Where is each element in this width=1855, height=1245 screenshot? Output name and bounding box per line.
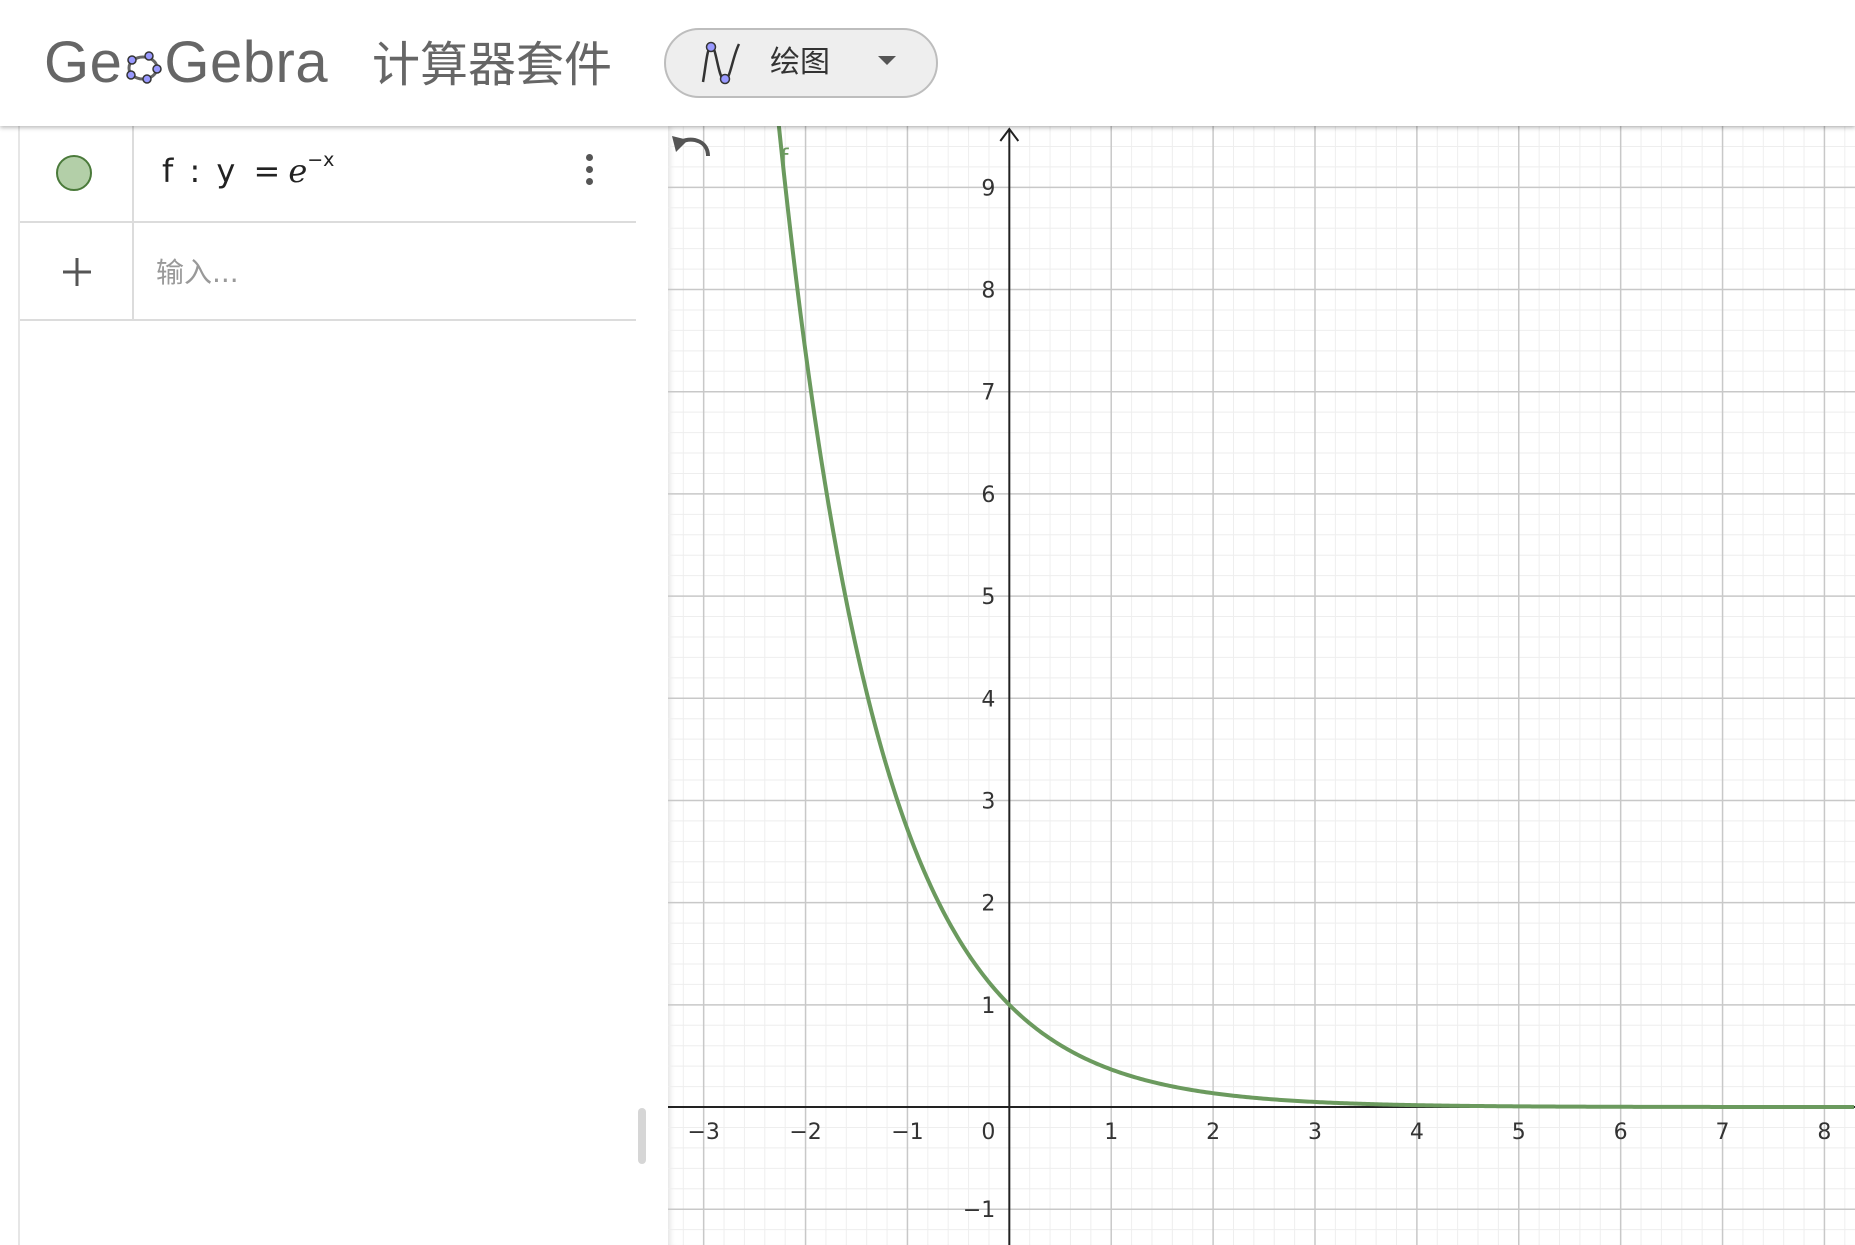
visibility-toggle[interactable] [56, 155, 92, 191]
x-tick-label: −1 [891, 1120, 923, 1145]
algebra-item-f[interactable]: f : y = e−x [20, 126, 636, 223]
graph-canvas[interactable]: −3 −2 −1 1 2 3 4 5 6 7 8 −1 1 2 3 4 5 6 7 8 9 0 f [668, 126, 1855, 1245]
algebra-input-row[interactable]: 输入... [20, 223, 636, 321]
plus-icon[interactable] [60, 255, 94, 289]
x-tick-label: 6 [1614, 1120, 1628, 1145]
x-tick-label: −3 [687, 1120, 719, 1145]
y-tick-label: 4 [981, 687, 995, 712]
algebra-item-formula[interactable]: f : y = e−x [162, 149, 335, 190]
y-tick-label: 9 [981, 176, 995, 201]
y-tick-label: 2 [981, 892, 995, 917]
y-tick-label: 6 [981, 483, 995, 508]
y-tick-label: 5 [981, 585, 995, 610]
algebra-item-marble-area [20, 126, 134, 221]
x-tick-label: 8 [1817, 1120, 1831, 1145]
x-tick-label: −2 [789, 1120, 821, 1145]
y-tick-label: 3 [981, 789, 995, 814]
more-vert-icon[interactable] [583, 154, 595, 190]
y-tick-label: 8 [981, 279, 995, 304]
function-name: f [162, 152, 174, 190]
panel-resize-handle[interactable] [638, 1108, 646, 1164]
formula-exponent: −x [307, 149, 335, 172]
logo-text-ge: Ge [44, 30, 123, 95]
graphing-icon [701, 41, 741, 85]
geogebra-logo[interactable]: Ge Gebra [44, 28, 328, 98]
caret-down-icon [878, 56, 896, 65]
app-title: 计算器套件 [372, 37, 613, 93]
algebra-input-marble-area [20, 223, 134, 319]
app-switcher-button[interactable]: 绘图 [664, 28, 938, 98]
formula-lhs: y [216, 152, 236, 190]
logo-o-icon [126, 51, 163, 84]
y-tick-label: −1 [963, 1198, 995, 1223]
x-tick-label: 3 [1308, 1120, 1322, 1145]
x-tick-label: 2 [1206, 1120, 1220, 1145]
logo-text-gebra: Gebra [164, 30, 329, 95]
algebra-view: f : y = e−x 输入... [0, 126, 668, 1245]
undo-icon[interactable] [668, 126, 716, 166]
x-tick-label: 4 [1410, 1120, 1424, 1145]
formula-base: e [288, 152, 308, 190]
y-tick-label: 7 [981, 381, 995, 406]
top-bar: Ge Gebra 计算器套件 绘图 [0, 0, 1855, 126]
x-tick-label: 1 [1104, 1120, 1118, 1145]
x-tick-label: 7 [1716, 1120, 1730, 1145]
formula-separator: : [189, 152, 201, 190]
y-tick-label: 1 [981, 994, 995, 1019]
app-switcher-label: 绘图 [770, 45, 830, 80]
x-tick-label: 5 [1512, 1120, 1526, 1145]
graphics-view[interactable]: −3 −2 −1 1 2 3 4 5 6 7 8 −1 1 2 3 4 5 6 7 8 9 0 f [668, 126, 1855, 1245]
algebra-input[interactable]: 输入... [156, 251, 239, 291]
formula-equals: = [253, 152, 281, 190]
origin-label: 0 [981, 1120, 995, 1145]
function-label-f: f [780, 144, 789, 172]
